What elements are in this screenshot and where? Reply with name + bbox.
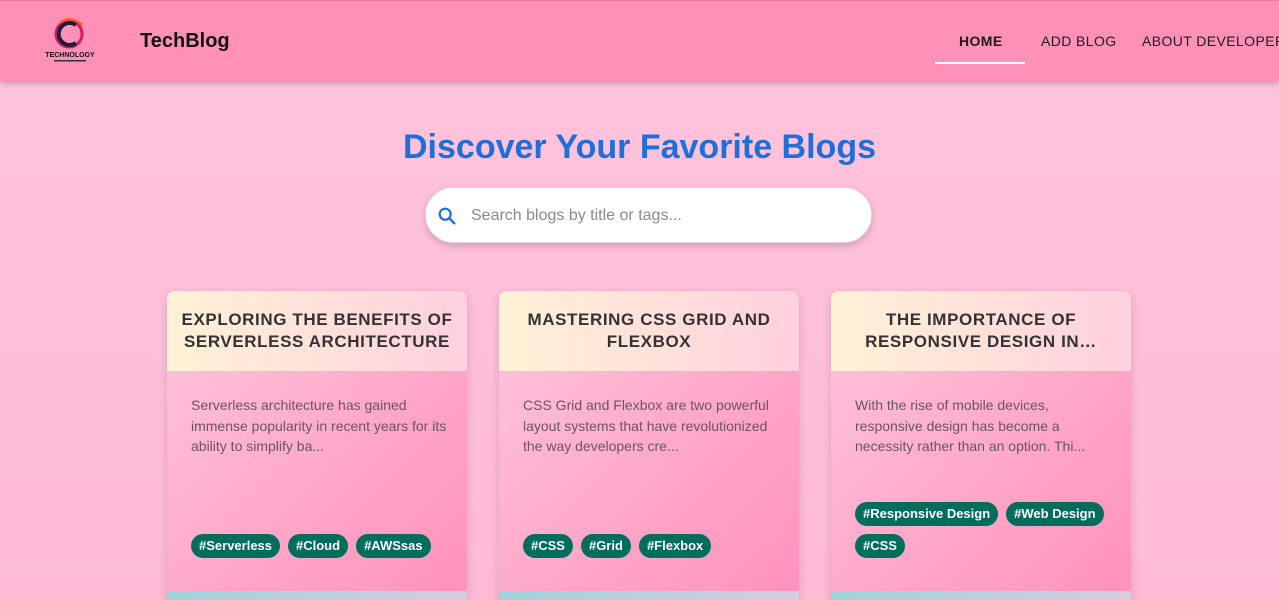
brand-name[interactable]: TechBlog: [140, 30, 230, 53]
technology-logo[interactable]: TECHNOLOGY: [40, 17, 100, 65]
card-excerpt: Serverless architecture has gained immen…: [191, 397, 447, 454]
search-icon: [436, 205, 458, 227]
card-excerpt: With the rise of mobile devices, respons…: [855, 397, 1086, 454]
logo-text: TECHNOLOGY: [45, 52, 95, 59]
tag-chip[interactable]: #Grid: [580, 534, 631, 558]
tag-chip[interactable]: #Serverless: [191, 534, 281, 558]
card-title[interactable]: THE IMPORTANCE OF RESPONSIVE DESIGN IN…: [845, 309, 1117, 353]
page-title: Discover Your Favorite Blogs: [403, 128, 876, 166]
card-footer: [831, 591, 1131, 600]
nav-about-developer[interactable]: ABOUT DEVELOPER: [1142, 33, 1279, 49]
card-footer: [167, 591, 467, 600]
card-header: EXPLORING THE BENEFITS OF SERVERLESS ARC…: [167, 291, 467, 371]
search-bar[interactable]: [425, 187, 872, 243]
card-header: THE IMPORTANCE OF RESPONSIVE DESIGN IN…: [831, 291, 1131, 371]
tag-list: #Serverless #Cloud #AWSsas: [191, 534, 451, 558]
card-title[interactable]: EXPLORING THE BENEFITS OF SERVERLESS ARC…: [181, 309, 453, 353]
blog-card[interactable]: THE IMPORTANCE OF RESPONSIVE DESIGN IN… …: [831, 291, 1131, 600]
tag-chip[interactable]: #Web Design: [1006, 502, 1104, 526]
nav-add-blog[interactable]: ADD BLOG: [1041, 33, 1117, 49]
card-header: MASTERING CSS GRID AND FLEXBOX: [499, 291, 799, 371]
card-footer: [499, 591, 799, 600]
nav-home[interactable]: HOME: [959, 33, 1003, 49]
blog-card[interactable]: EXPLORING THE BENEFITS OF SERVERLESS ARC…: [167, 291, 467, 600]
active-tab-indicator: [935, 62, 1025, 64]
tag-list: #Responsive Design #Web Design #CSS: [855, 502, 1115, 558]
search-input[interactable]: [471, 202, 851, 230]
tag-chip[interactable]: #Cloud: [288, 534, 349, 558]
card-title[interactable]: MASTERING CSS GRID AND FLEXBOX: [513, 309, 785, 353]
tag-chip[interactable]: #CSS: [855, 534, 905, 558]
tag-chip[interactable]: #CSS: [523, 534, 573, 558]
card-excerpt: CSS Grid and Flexbox are two powerful la…: [523, 397, 769, 454]
app-bar: TECHNOLOGY TechBlog HOME ADD BLOG ABOUT …: [0, 0, 1279, 81]
tag-list: #CSS #Grid #Flexbox: [523, 534, 783, 558]
blog-card[interactable]: MASTERING CSS GRID AND FLEXBOX CSS Grid …: [499, 291, 799, 600]
tag-chip[interactable]: #AWSsas: [356, 534, 431, 558]
tag-chip[interactable]: #Flexbox: [638, 534, 712, 558]
tag-chip[interactable]: #Responsive Design: [855, 502, 999, 526]
